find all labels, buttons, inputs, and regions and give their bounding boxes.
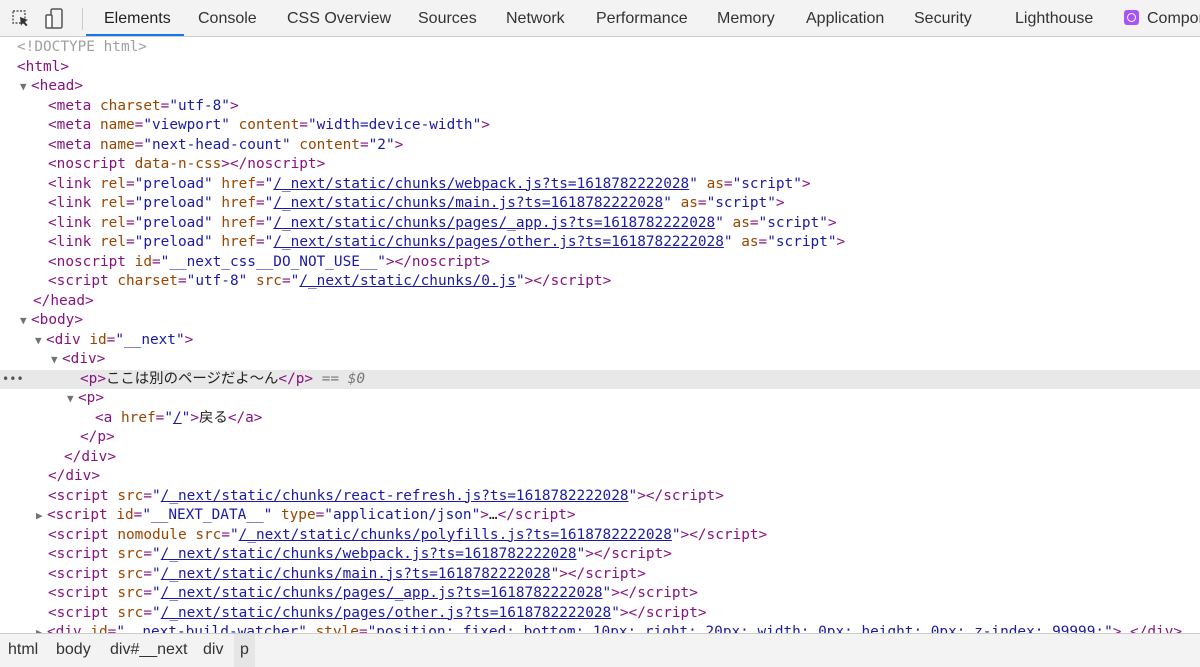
tree-row-link-webpack[interactable]: <link rel="preload" href="/_next/static/… (0, 175, 1200, 195)
tree-row-script-app[interactable]: <script src="/_next/static/chunks/pages/… (0, 584, 1200, 604)
tree-row-head-close[interactable]: </head> (0, 292, 1200, 312)
device-toolbar-icon[interactable] (44, 8, 66, 30)
expand-triangle-icon[interactable]: ▼ (51, 350, 62, 370)
tree-row-meta-charset[interactable]: <meta charset="utf-8"> (0, 97, 1200, 117)
expand-triangle-icon[interactable]: ▼ (20, 77, 31, 97)
back-link-text: 戻る (199, 409, 228, 426)
inspect-element-icon[interactable] (10, 8, 32, 30)
selected-node-marker: == $0 (321, 370, 366, 387)
breadcrumb-html[interactable]: html (8, 634, 38, 667)
tree-row-meta-viewport[interactable]: <meta name="viewport" content="width=dev… (0, 116, 1200, 136)
tree-row-link-main[interactable]: <link rel="preload" href="/_next/static/… (0, 194, 1200, 214)
tree-row-script-react-refresh[interactable]: <script src="/_next/static/chunks/react-… (0, 487, 1200, 507)
devtools-toolbar: Elements Console CSS Overview Sources Ne… (0, 0, 1200, 37)
tab-css-overview[interactable]: CSS Overview (287, 0, 391, 36)
tree-row-script-other[interactable]: <script src="/_next/static/chunks/pages/… (0, 604, 1200, 624)
tree-row-meta-head-count[interactable]: <meta name="next-head-count" content="2"… (0, 136, 1200, 156)
tab-console[interactable]: Console (198, 0, 257, 36)
tab-sources[interactable]: Sources (418, 0, 477, 36)
href-link[interactable]: /_next/static/chunks/main.js?ts=16187822… (161, 566, 551, 582)
tree-row-div[interactable]: ▼ <div> (0, 350, 1200, 370)
href-link[interactable]: /_next/static/chunks/pages/_app.js?ts=16… (273, 215, 715, 231)
tree-row-noscript-css[interactable]: <noscript data-n-css></noscript> (0, 155, 1200, 175)
tree-row-link-other[interactable]: <link rel="preload" href="/_next/static/… (0, 233, 1200, 253)
tree-row-script-polyfills[interactable]: <script nomodule src="/_next/static/chun… (0, 526, 1200, 546)
tree-row-div-close[interactable]: </div> (0, 448, 1200, 468)
tree-row-html[interactable]: <html> (0, 58, 1200, 78)
active-tab-indicator (86, 34, 184, 36)
breadcrumb-body[interactable]: body (56, 634, 91, 667)
href-link[interactable]: /_next/static/chunks/react-refresh.js?ts… (161, 488, 629, 504)
tree-row-a[interactable]: <a href="/">戻る</a> (0, 409, 1200, 429)
tree-row-div-build-watcher[interactable]: ▶ <div id="__next-build-watcher" style="p… (0, 623, 1200, 633)
href-link[interactable]: /_next/static/chunks/webpack.js?ts=16187… (161, 546, 577, 562)
tab-memory[interactable]: Memory (717, 0, 775, 36)
react-devtools-icon (1124, 10, 1139, 25)
collapse-triangle-icon[interactable]: ▶ (36, 623, 47, 633)
tab-lighthouse[interactable]: Lighthouse (1015, 0, 1093, 36)
toolbar-separator (82, 8, 83, 30)
tab-components[interactable]: Compor (1124, 0, 1200, 36)
tree-row-noscript-next-css[interactable]: <noscript id="__next_css__DO_NOT_USE__">… (0, 253, 1200, 273)
tab-security[interactable]: Security (914, 0, 972, 36)
expand-triangle-icon[interactable]: ▼ (35, 331, 46, 351)
tree-row-script-0[interactable]: <script charset="utf-8" src="/_next/stat… (0, 272, 1200, 292)
tree-row-link-app[interactable]: <link rel="preload" href="/_next/static/… (0, 214, 1200, 234)
collapse-triangle-icon[interactable]: ▶ (36, 506, 47, 526)
tab-elements[interactable]: Elements (104, 0, 171, 36)
href-link[interactable]: /_next/static/chunks/webpack.js?ts=16187… (273, 176, 689, 192)
href-link[interactable]: /_next/static/chunks/polyfills.js?ts=161… (239, 527, 672, 543)
tab-components-label: Compor (1147, 10, 1200, 27)
tab-network[interactable]: Network (506, 0, 565, 36)
href-link[interactable]: /_next/static/chunks/pages/_app.js?ts=16… (161, 585, 603, 601)
tree-row-selected-p[interactable]: ••• <p>ここは別のページだよ〜ん</p> == $0 (0, 369, 1200, 390)
tree-row-script-next-data[interactable]: ▶ <script id="__NEXT_DATA__" type="applic… (0, 506, 1200, 526)
href-link[interactable]: /_next/static/chunks/main.js?ts=16187822… (273, 195, 663, 211)
href-link[interactable]: /_next/static/chunks/pages/other.js?ts=1… (161, 605, 612, 621)
tree-row-body[interactable]: ▼ <body> (0, 311, 1200, 331)
href-link[interactable]: /_next/static/chunks/pages/other.js?ts=1… (273, 234, 724, 250)
expand-triangle-icon[interactable]: ▼ (67, 389, 78, 409)
tree-row-p-close[interactable]: </p> (0, 428, 1200, 448)
tree-row-div-next-close[interactable]: </div> (0, 467, 1200, 487)
tree-row-p[interactable]: ▼ <p> (0, 389, 1200, 409)
tree-row-doctype[interactable]: <!DOCTYPE html> (0, 38, 1200, 58)
breadcrumb-p[interactable]: p (234, 634, 255, 667)
tab-application[interactable]: Application (806, 0, 884, 36)
expand-triangle-icon[interactable]: ▼ (20, 311, 31, 331)
elements-dom-tree: <!DOCTYPE html> <html> ▼ <head> <meta cha… (0, 37, 1200, 633)
breadcrumb-div[interactable]: div (203, 634, 223, 667)
breadcrumb-div-next[interactable]: div#__next (110, 634, 187, 667)
tree-row-div-next[interactable]: ▼ <div id="__next"> (0, 331, 1200, 351)
breadcrumb: html body div#__next div p (0, 633, 1200, 667)
tree-row-script-webpack[interactable]: <script src="/_next/static/chunks/webpac… (0, 545, 1200, 565)
more-actions-icon[interactable]: ••• (2, 370, 24, 390)
doctype-node: <!DOCTYPE html> (17, 39, 147, 55)
tab-performance[interactable]: Performance (596, 0, 688, 36)
tree-row-head[interactable]: ▼ <head> (0, 77, 1200, 97)
href-link[interactable]: / (173, 410, 182, 426)
tree-row-script-main[interactable]: <script src="/_next/static/chunks/main.j… (0, 565, 1200, 585)
selected-p-text: ここは別のページだよ〜ん (106, 370, 279, 387)
href-link[interactable]: /_next/static/chunks/0.js (299, 273, 516, 289)
